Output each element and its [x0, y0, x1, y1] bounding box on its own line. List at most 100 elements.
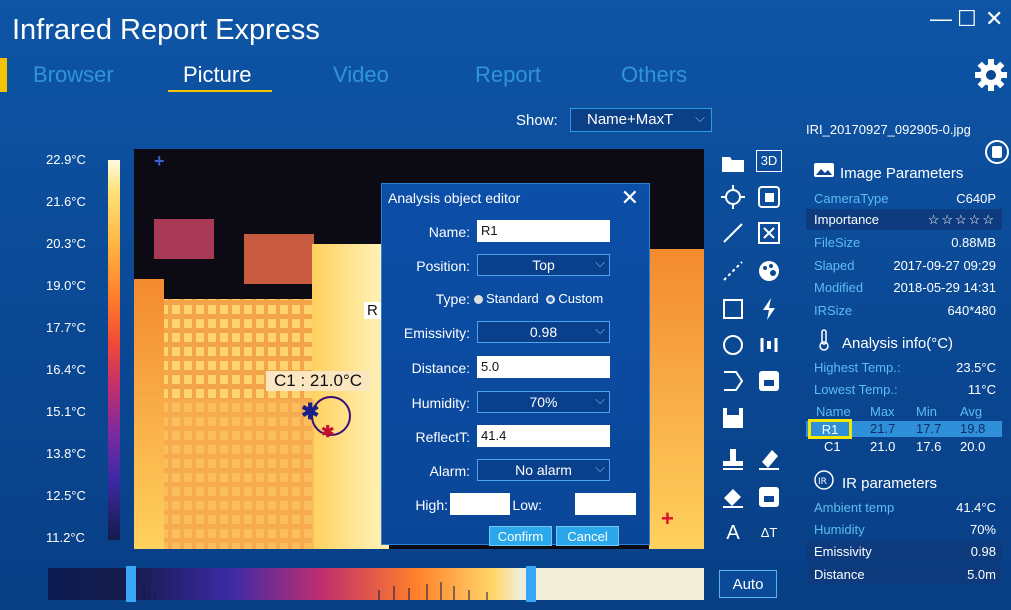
- emissivity-label: Emissivity:: [403, 325, 470, 341]
- 3d-view-icon[interactable]: 3D: [756, 150, 782, 172]
- show-select-value: Name+MaxT: [587, 111, 674, 128]
- lightning-icon[interactable]: [756, 296, 782, 322]
- show-select[interactable]: Name+MaxT ⌵: [570, 108, 712, 132]
- palette-icon[interactable]: [756, 258, 782, 284]
- tab-browser[interactable]: Browser: [33, 62, 114, 88]
- col-min: Min: [916, 404, 937, 419]
- reflectt-label: ReflectT:: [415, 429, 470, 445]
- ir-icon: IR: [814, 470, 834, 490]
- col-name: Name: [816, 404, 851, 419]
- param-row-cameratype: CameraType C640P: [806, 188, 1002, 209]
- tab-video[interactable]: Video: [333, 62, 389, 88]
- tab-others[interactable]: Others: [621, 62, 687, 88]
- spot-crosshair-icon[interactable]: [720, 184, 746, 210]
- name-field[interactable]: R1: [477, 220, 610, 242]
- scale-label: 22.9°C: [46, 152, 86, 167]
- param-value: 640*480: [947, 303, 996, 318]
- minimize-button[interactable]: —: [930, 6, 952, 32]
- copy-icon[interactable]: [756, 184, 782, 210]
- alarm-select[interactable]: No alarm ⌵: [477, 459, 610, 481]
- histogram-high-handle[interactable]: [526, 566, 536, 602]
- rectangle-tool-icon[interactable]: [720, 296, 746, 322]
- thermometer-icon: [819, 329, 829, 351]
- cancel-button[interactable]: Cancel: [556, 526, 619, 546]
- print-icon[interactable]: [756, 484, 782, 510]
- folder-open-icon[interactable]: [720, 150, 746, 176]
- param-value: 2018-05-29 14:31: [893, 280, 996, 295]
- table-row[interactable]: C1 21.0 17.6 20.0: [806, 439, 1002, 455]
- lowest-temp-value: 11°C: [967, 382, 996, 397]
- chevron-down-icon: ⌵: [595, 392, 605, 407]
- scale-label: 21.6°C: [46, 194, 86, 209]
- highest-temp-label: Highest Temp.:: [814, 360, 901, 375]
- distance-label: Distance:: [411, 360, 470, 376]
- save-icon[interactable]: [720, 405, 746, 431]
- nav-accent-bar: [0, 58, 7, 92]
- filename: IRI_20170927_092905-0.jpg: [806, 122, 971, 137]
- split-view-icon[interactable]: [756, 332, 782, 358]
- distance-field[interactable]: 5.0: [477, 356, 610, 378]
- color-palette-bar: [108, 160, 120, 540]
- type-standard-label: Standard: [486, 291, 539, 306]
- histogram-bar[interactable]: [48, 566, 704, 602]
- polygon-tool-icon[interactable]: [720, 368, 746, 394]
- dialog-close-icon[interactable]: ✕: [621, 185, 639, 211]
- polyline-tool-icon[interactable]: [720, 258, 746, 284]
- low-field[interactable]: [575, 493, 636, 515]
- delete-box-icon[interactable]: [756, 220, 782, 246]
- scale-label: 17.7°C: [46, 320, 86, 335]
- param-row-modified: Modified 2018-05-29 14:31: [806, 277, 1002, 298]
- cursor-label: C1 : 21.0°C: [266, 371, 371, 391]
- radio-standard[interactable]: [474, 295, 483, 304]
- plus-icon: +: [154, 151, 165, 171]
- emissivity-select[interactable]: 0.98 ⌵: [477, 321, 610, 343]
- param-value: 2017-09-27 09:29: [893, 258, 996, 273]
- auto-button[interactable]: Auto: [719, 570, 777, 598]
- scale-label: 15.1°C: [46, 404, 86, 419]
- text-tool-icon[interactable]: A: [720, 520, 746, 546]
- svg-text:IR: IR: [818, 477, 827, 487]
- param-key: Humidity: [814, 522, 865, 537]
- tab-picture[interactable]: Picture: [183, 62, 251, 88]
- importance-stars[interactable]: ☆☆☆☆☆: [928, 212, 996, 228]
- plus-marker-icon: +: [661, 506, 674, 531]
- ellipse-tool-icon[interactable]: [720, 332, 746, 358]
- humidity-value: 70%: [529, 394, 558, 410]
- stamp-icon[interactable]: [720, 446, 746, 472]
- position-select[interactable]: Top ⌵: [477, 254, 610, 276]
- ir-row-emissivity: Emissivity 0.98: [806, 541, 1002, 562]
- tab-report[interactable]: Report: [475, 62, 541, 88]
- humidity-select[interactable]: 70% ⌵: [477, 391, 610, 413]
- eraser-icon[interactable]: [756, 446, 782, 472]
- region-label: R: [364, 302, 381, 319]
- show-label: Show:: [516, 112, 558, 129]
- r1-max: 21.7: [870, 421, 896, 436]
- lowest-temp-label: Lowest Temp.:: [814, 382, 898, 397]
- ir-row-ambient: Ambient temp 41.4°C: [806, 497, 1002, 518]
- hot-spot-marker-icon: ✱: [321, 424, 335, 441]
- histogram-low-handle[interactable]: [126, 566, 136, 602]
- fill-icon[interactable]: [720, 484, 746, 510]
- tool-palette: 3D A ΔT: [716, 150, 788, 550]
- param-value: 0.88MB: [951, 235, 996, 250]
- close-button[interactable]: ✕: [985, 6, 1003, 32]
- histogram-bars: [143, 582, 488, 600]
- info-panel: Image Parameters CameraType C640P Importa…: [806, 155, 1002, 590]
- analysis-object-editor-dialog: Analysis object editor ✕ Name: R1 Positi…: [381, 183, 650, 546]
- confirm-button[interactable]: Confirm: [489, 526, 552, 546]
- app-title: Infrared Report Express: [12, 14, 320, 46]
- table-row[interactable]: R1 21.7 17.7 19.8: [806, 419, 1002, 439]
- image-export-icon[interactable]: [756, 368, 782, 394]
- radio-custom[interactable]: [546, 295, 556, 304]
- cold-spot-marker-icon: ✱: [301, 399, 320, 424]
- maximize-button[interactable]: ☐: [957, 6, 977, 32]
- line-tool-icon[interactable]: [720, 220, 746, 246]
- chevron-down-icon: ⌵: [695, 110, 705, 125]
- humidity-label: Humidity:: [411, 395, 470, 411]
- reflectt-field[interactable]: 41.4: [477, 425, 610, 447]
- param-key: Importance: [814, 212, 880, 227]
- param-row-slaped: Slaped 2017-09-27 09:29: [806, 255, 1002, 276]
- delta-temp-icon[interactable]: ΔT: [756, 520, 782, 546]
- settings-gear-icon[interactable]: [974, 58, 1008, 92]
- param-key: Emissivity: [814, 544, 872, 559]
